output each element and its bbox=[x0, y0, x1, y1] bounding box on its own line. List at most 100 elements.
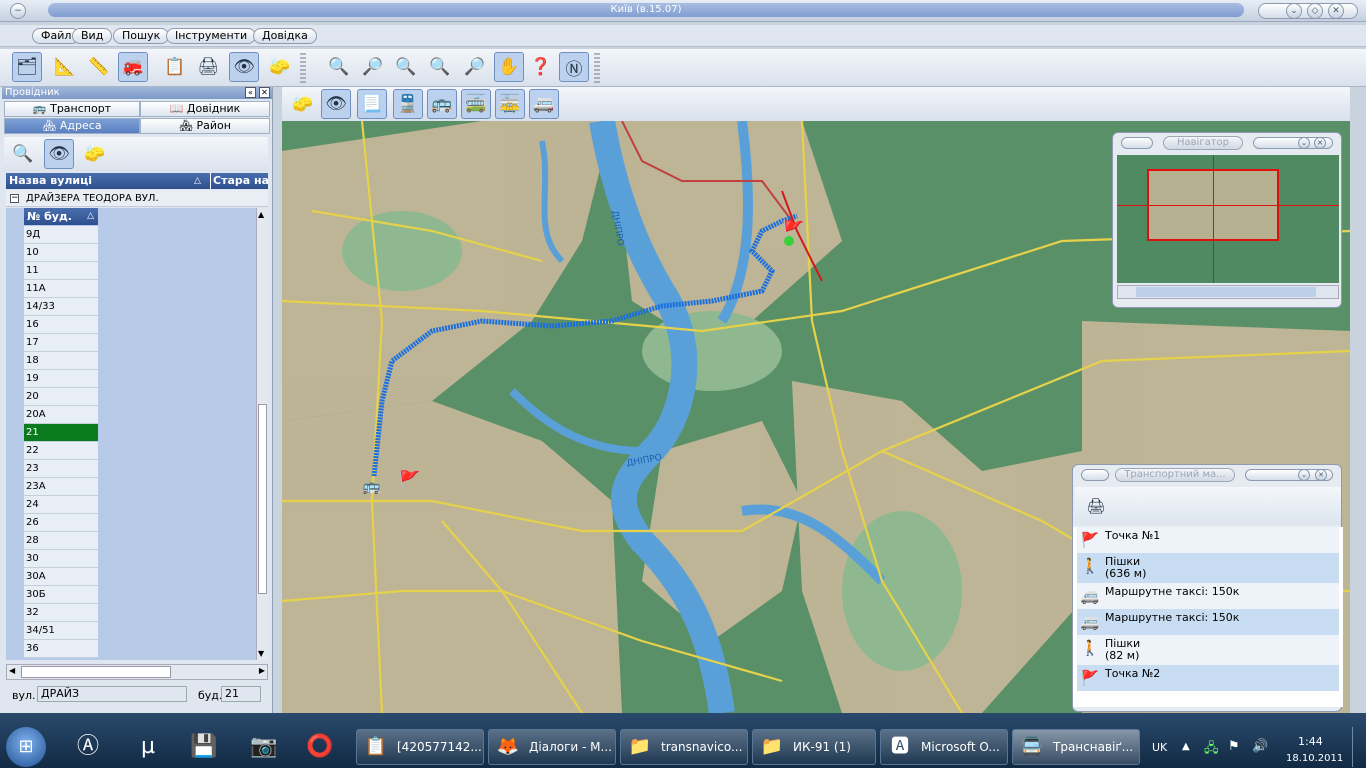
flag-tray-icon[interactable]: ⚑ bbox=[1228, 739, 1240, 754]
house-row[interactable]: 30Б bbox=[24, 586, 98, 604]
task-button-4[interactable]: 📁 ИК-91 (1) bbox=[752, 729, 876, 765]
house-row[interactable]: 11А bbox=[24, 280, 98, 298]
route-list-icon[interactable]: 📃 bbox=[357, 89, 387, 119]
help-cursor-icon[interactable]: ❓ bbox=[526, 52, 556, 82]
route-close-button[interactable]: ✕ bbox=[1315, 469, 1327, 481]
task-button-6[interactable]: 🚍 Транснавіґ... bbox=[1012, 729, 1140, 765]
trolleybus-icon[interactable]: 🚎 bbox=[461, 89, 491, 119]
scroll-down-icon[interactable]: ▼ bbox=[258, 649, 264, 658]
clock-time[interactable]: 1:44 bbox=[1298, 735, 1323, 748]
route-step[interactable]: 🚩 Точка №2 bbox=[1077, 665, 1339, 691]
house-row[interactable]: 18 bbox=[24, 352, 98, 370]
house-row[interactable]: 20А bbox=[24, 406, 98, 424]
minimize-button[interactable]: ⌄ bbox=[1286, 3, 1302, 19]
scrollbar-thumb[interactable] bbox=[21, 666, 171, 678]
navigator-close-button[interactable]: ✕ bbox=[1314, 137, 1326, 149]
ruler-icon[interactable]: 📏 bbox=[84, 52, 114, 82]
route-step[interactable]: 🚶 Пішки (636 м) bbox=[1077, 553, 1339, 583]
house-row[interactable]: 14/33 bbox=[24, 298, 98, 316]
house-input[interactable]: 21 bbox=[221, 686, 261, 702]
explorer-tree-icon[interactable]: 🗂 bbox=[12, 52, 42, 82]
house-row[interactable]: 20 bbox=[24, 388, 98, 406]
scroll-right-icon[interactable]: ▶ bbox=[259, 666, 265, 675]
house-row[interactable]: 19 bbox=[24, 370, 98, 388]
house-row[interactable]: 30 bbox=[24, 550, 98, 568]
zoom-in-icon[interactable]: 🔎 bbox=[358, 52, 388, 82]
street-row[interactable]: − ДРАЙЗЕРА ТЕОДОРА ВУЛ. bbox=[6, 190, 268, 207]
tab-address[interactable]: 🏘 Адреса bbox=[4, 118, 140, 134]
minibus-taxi-icon[interactable]: 🚐 bbox=[529, 89, 559, 119]
task-button-2[interactable]: 🦊 Діалоги - М... bbox=[488, 729, 616, 765]
navigator-minimap[interactable] bbox=[1117, 155, 1339, 283]
maximize-button[interactable]: ◇ bbox=[1307, 3, 1323, 19]
eraser-icon[interactable]: 🧽 bbox=[288, 89, 318, 119]
collapse-tree-icon[interactable]: − bbox=[10, 194, 19, 203]
menu-tools[interactable]: Інструменти bbox=[166, 28, 257, 44]
utorrent-icon[interactable]: µ bbox=[128, 730, 168, 764]
opera-icon[interactable]: ⭕ bbox=[300, 730, 340, 764]
route-minimize-button[interactable]: ⌄ bbox=[1298, 469, 1310, 481]
house-row[interactable]: 36 bbox=[24, 640, 98, 658]
house-row[interactable]: 30А bbox=[24, 568, 98, 586]
avast-icon[interactable]: Ⓐ bbox=[68, 730, 108, 764]
clock-date[interactable]: 18.10.2011 bbox=[1286, 753, 1343, 764]
house-row[interactable]: 9Д bbox=[24, 226, 98, 244]
house-row[interactable]: 17 bbox=[24, 334, 98, 352]
house-row[interactable]: 21 bbox=[24, 424, 98, 442]
house-row[interactable]: 23А bbox=[24, 478, 98, 496]
eye-icon[interactable]: 👁 bbox=[321, 89, 351, 119]
house-row[interactable]: 10 bbox=[24, 244, 98, 262]
train-icon[interactable]: 🚆 bbox=[393, 89, 423, 119]
bus-icon[interactable]: 🚌 bbox=[427, 89, 457, 119]
house-row[interactable]: 24 bbox=[24, 496, 98, 514]
route-step[interactable]: 🚩 Точка №1 bbox=[1077, 527, 1339, 553]
fire-truck-icon[interactable]: 🚒 bbox=[118, 52, 148, 82]
navigator-minimize-button[interactable]: ⌄ bbox=[1298, 137, 1310, 149]
eye-icon[interactable]: 👁 bbox=[44, 139, 74, 169]
street-input[interactable]: ДРАЙЗ bbox=[37, 686, 187, 702]
language-indicator[interactable]: UK bbox=[1152, 741, 1167, 754]
printer-icon[interactable]: 🖨 bbox=[193, 52, 223, 82]
show-hidden-icons[interactable]: ▲ bbox=[1182, 741, 1190, 752]
house-row[interactable]: 28 bbox=[24, 532, 98, 550]
zoom-min-icon[interactable]: 🔍 bbox=[425, 52, 455, 82]
route-window-handle[interactable] bbox=[1081, 469, 1109, 481]
printer-icon[interactable]: 🖨 bbox=[1081, 491, 1111, 521]
close-button[interactable]: ✕ bbox=[1328, 3, 1344, 19]
map-canvas[interactable]: ДНІПРО ДНІПРО 🚩 🚌 🚩 Навігатор ⌄ ✕ Трансп… bbox=[282, 121, 1350, 713]
zoom-max-icon[interactable]: 🔎 bbox=[460, 52, 490, 82]
task-button-3[interactable]: 📁 transnavico... bbox=[620, 729, 748, 765]
house-row[interactable]: 22 bbox=[24, 442, 98, 460]
camera-icon[interactable]: 📷 bbox=[244, 730, 284, 764]
show-desktop-button[interactable] bbox=[1352, 727, 1364, 767]
task-button-5[interactable]: 🅰 Microsoft O... bbox=[880, 729, 1008, 765]
scroll-up-icon[interactable]: ▲ bbox=[258, 210, 264, 219]
collapse-panel-button[interactable]: « bbox=[245, 87, 256, 98]
menu-help[interactable]: Довідка bbox=[253, 28, 317, 44]
save-disk-icon[interactable]: 💾 bbox=[184, 730, 224, 764]
properties-icon[interactable]: 📋 bbox=[160, 52, 190, 82]
network-icon[interactable]: 🖧 bbox=[1204, 739, 1219, 761]
start-button[interactable]: ⊞ bbox=[6, 727, 46, 767]
volume-icon[interactable]: 🔊 bbox=[1252, 739, 1268, 754]
scrollbar-thumb[interactable] bbox=[258, 404, 267, 594]
close-panel-button[interactable]: ✕ bbox=[259, 87, 270, 98]
tab-reference[interactable]: 📖 Довідник bbox=[140, 101, 270, 117]
navigator-scrollbar[interactable] bbox=[1117, 285, 1339, 299]
north-compass-icon[interactable]: Ⓝ bbox=[559, 52, 589, 82]
zoom-rect-icon[interactable]: 🔍 bbox=[391, 52, 421, 82]
tab-district[interactable]: 🏘 Район bbox=[140, 118, 270, 134]
tab-transport[interactable]: 🚌 Транспорт bbox=[4, 101, 140, 117]
measure-angle-icon[interactable]: 📐 bbox=[50, 52, 80, 82]
house-row[interactable]: 26 bbox=[24, 514, 98, 532]
house-row[interactable]: 23 bbox=[24, 460, 98, 478]
vertical-scrollbar[interactable]: ▲ ▼ bbox=[256, 208, 268, 660]
tram-icon[interactable]: 🚋 bbox=[495, 89, 525, 119]
search-icon[interactable]: 🔍 bbox=[8, 139, 38, 169]
column-street-name[interactable]: Назва вулиці bbox=[9, 173, 92, 189]
eye-icon[interactable]: 👁 bbox=[229, 52, 259, 82]
house-number-header[interactable]: № буд. △ bbox=[24, 208, 98, 225]
column-old-name[interactable]: Стара наз bbox=[210, 173, 268, 189]
horizontal-scrollbar[interactable]: ◀ ▶ bbox=[6, 664, 268, 680]
navigator-handle[interactable] bbox=[1121, 137, 1153, 149]
